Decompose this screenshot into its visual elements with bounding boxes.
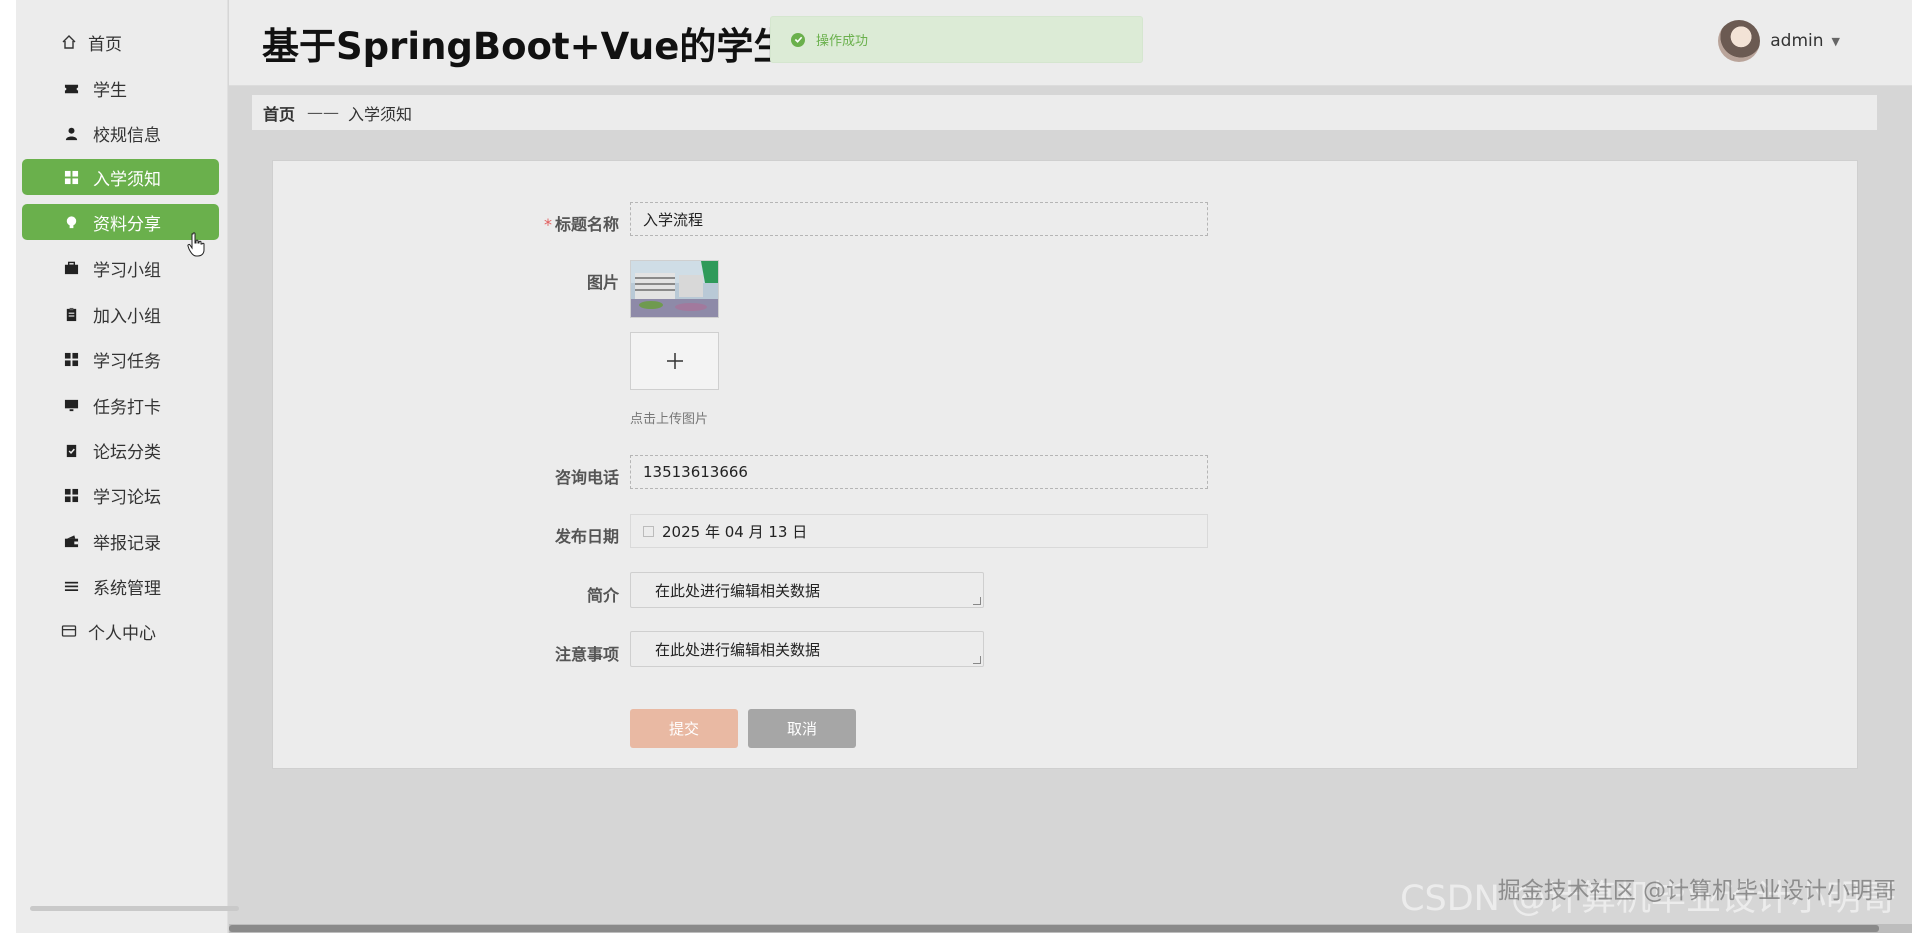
sidebar-item-home[interactable]: 首页 <box>22 24 219 60</box>
caret-down-icon: ▼ <box>1831 34 1840 48</box>
title-label: * 标题名称 <box>543 215 619 234</box>
notes-label: 注意事项 <box>554 645 619 664</box>
title-input[interactable]: 入学流程 <box>630 202 1208 236</box>
sidebar-item-students[interactable]: 学生 <box>22 70 219 106</box>
grid-icon <box>62 350 80 368</box>
sidebar-item-label: 系统管理 <box>93 578 161 599</box>
sidebar: 首页 学生 校规信息 入学须知 资料分享 学习小组 加入小组 学习任务 任务打卡… <box>16 0 239 933</box>
user-menu[interactable]: admin ▼ <box>1718 20 1840 62</box>
sidebar-item-forum-category[interactable]: 论坛分类 <box>22 432 219 468</box>
intro-textarea[interactable]: 在此处进行编辑相关数据 <box>630 572 984 608</box>
phone-input[interactable]: 13513613666 <box>630 455 1208 489</box>
sidebar-item-report-records[interactable]: 举报记录 <box>22 523 219 559</box>
resize-handle-icon[interactable] <box>973 656 981 664</box>
sidebar-item-school-rules[interactable]: 校规信息 <box>22 115 219 151</box>
upload-image-button[interactable] <box>630 332 719 390</box>
sidebar-item-label: 学生 <box>93 80 127 101</box>
scrollbar-thumb[interactable] <box>229 925 1879 932</box>
horizontal-scrollbar[interactable] <box>229 924 1912 933</box>
monitor-icon <box>62 396 80 414</box>
bulb-icon <box>62 213 80 231</box>
sidebar-item-profile[interactable]: 个人中心 <box>22 613 219 649</box>
wallet-icon <box>62 532 80 550</box>
uploaded-image-thumbnail[interactable] <box>630 260 719 318</box>
toast-message: 操作成功 <box>816 34 869 49</box>
hand-cursor-icon <box>187 232 205 257</box>
cancel-button[interactable]: 取消 <box>748 709 856 748</box>
sidebar-item-join-group[interactable]: 加入小组 <box>22 296 219 332</box>
success-toast: 操作成功 <box>770 16 1143 63</box>
submit-button[interactable]: 提交 <box>630 709 738 748</box>
check-clipboard-icon <box>62 441 80 459</box>
username: admin <box>1770 31 1824 51</box>
sidebar-item-label: 入学须知 <box>93 169 161 190</box>
window-edge <box>0 0 16 933</box>
sidebar-item-label: 任务打卡 <box>93 397 161 418</box>
date-label: 发布日期 <box>554 527 619 546</box>
image-label: 图片 <box>586 273 619 292</box>
sidebar-item-label: 个人中心 <box>88 623 156 644</box>
sidebar-item-label: 论坛分类 <box>93 442 161 463</box>
grid-icon <box>62 168 80 186</box>
user-icon <box>62 124 80 142</box>
ticket-icon <box>62 79 80 97</box>
sidebar-scrollbar[interactable] <box>30 906 239 911</box>
breadcrumb-current: 入学须知 <box>348 104 413 124</box>
sidebar-item-label: 校规信息 <box>93 125 161 146</box>
breadcrumb-home[interactable]: 首页 <box>263 101 295 125</box>
resize-handle-icon[interactable] <box>973 597 981 605</box>
sidebar-item-admission-notice[interactable]: 入学须知 <box>22 159 219 195</box>
top-header: 基于SpringBoot+Vue的学生交 操作成功 admin ▼ <box>229 0 1912 86</box>
sidebar-item-label: 举报记录 <box>93 533 161 554</box>
list-icon <box>62 577 80 595</box>
watermark-juejin: 掘金技术社区 @计算机毕业设计小明哥 <box>1497 878 1896 904</box>
intro-label: 简介 <box>586 586 619 605</box>
home-icon <box>60 33 78 51</box>
briefcase-icon <box>62 259 80 277</box>
grid-icon <box>62 486 80 504</box>
sidebar-item-system-admin[interactable]: 系统管理 <box>22 568 219 604</box>
date-value: 2025 年 04 月 13 日 <box>662 522 808 541</box>
sidebar-item-label: 学习小组 <box>93 260 161 281</box>
sidebar-item-task-checkin[interactable]: 任务打卡 <box>22 387 219 423</box>
required-mark: * <box>543 215 552 234</box>
sidebar-item-label: 学习论坛 <box>93 487 161 508</box>
sidebar-item-label: 加入小组 <box>93 306 161 327</box>
breadcrumb-separator: —— <box>307 103 340 122</box>
date-picker[interactable]: 2025 年 04 月 13 日 <box>630 514 1208 548</box>
notes-textarea[interactable]: 在此处进行编辑相关数据 <box>630 631 984 667</box>
sidebar-item-study-tasks[interactable]: 学习任务 <box>22 341 219 377</box>
plus-icon <box>666 353 683 369</box>
breadcrumb: 首页 —— 入学须知 <box>252 95 1877 130</box>
upload-hint: 点击上传图片 <box>630 412 709 427</box>
avatar <box>1718 20 1761 62</box>
calendar-icon <box>643 525 654 537</box>
app-title: 基于SpringBoot+Vue的学生交 <box>262 25 828 68</box>
sidebar-item-label: 首页 <box>88 34 122 55</box>
form-panel: * 标题名称 入学流程 图片 点击上传图片 咨询电话 13513613666 发布… <box>272 160 1858 769</box>
sidebar-item-label: 学习任务 <box>93 351 161 372</box>
card-icon <box>60 622 78 640</box>
sidebar-item-label: 资料分享 <box>93 214 161 235</box>
phone-label: 咨询电话 <box>554 468 619 487</box>
clipboard-icon <box>62 305 80 323</box>
sidebar-item-study-forum[interactable]: 学习论坛 <box>22 477 219 513</box>
check-circle-icon <box>791 32 805 47</box>
